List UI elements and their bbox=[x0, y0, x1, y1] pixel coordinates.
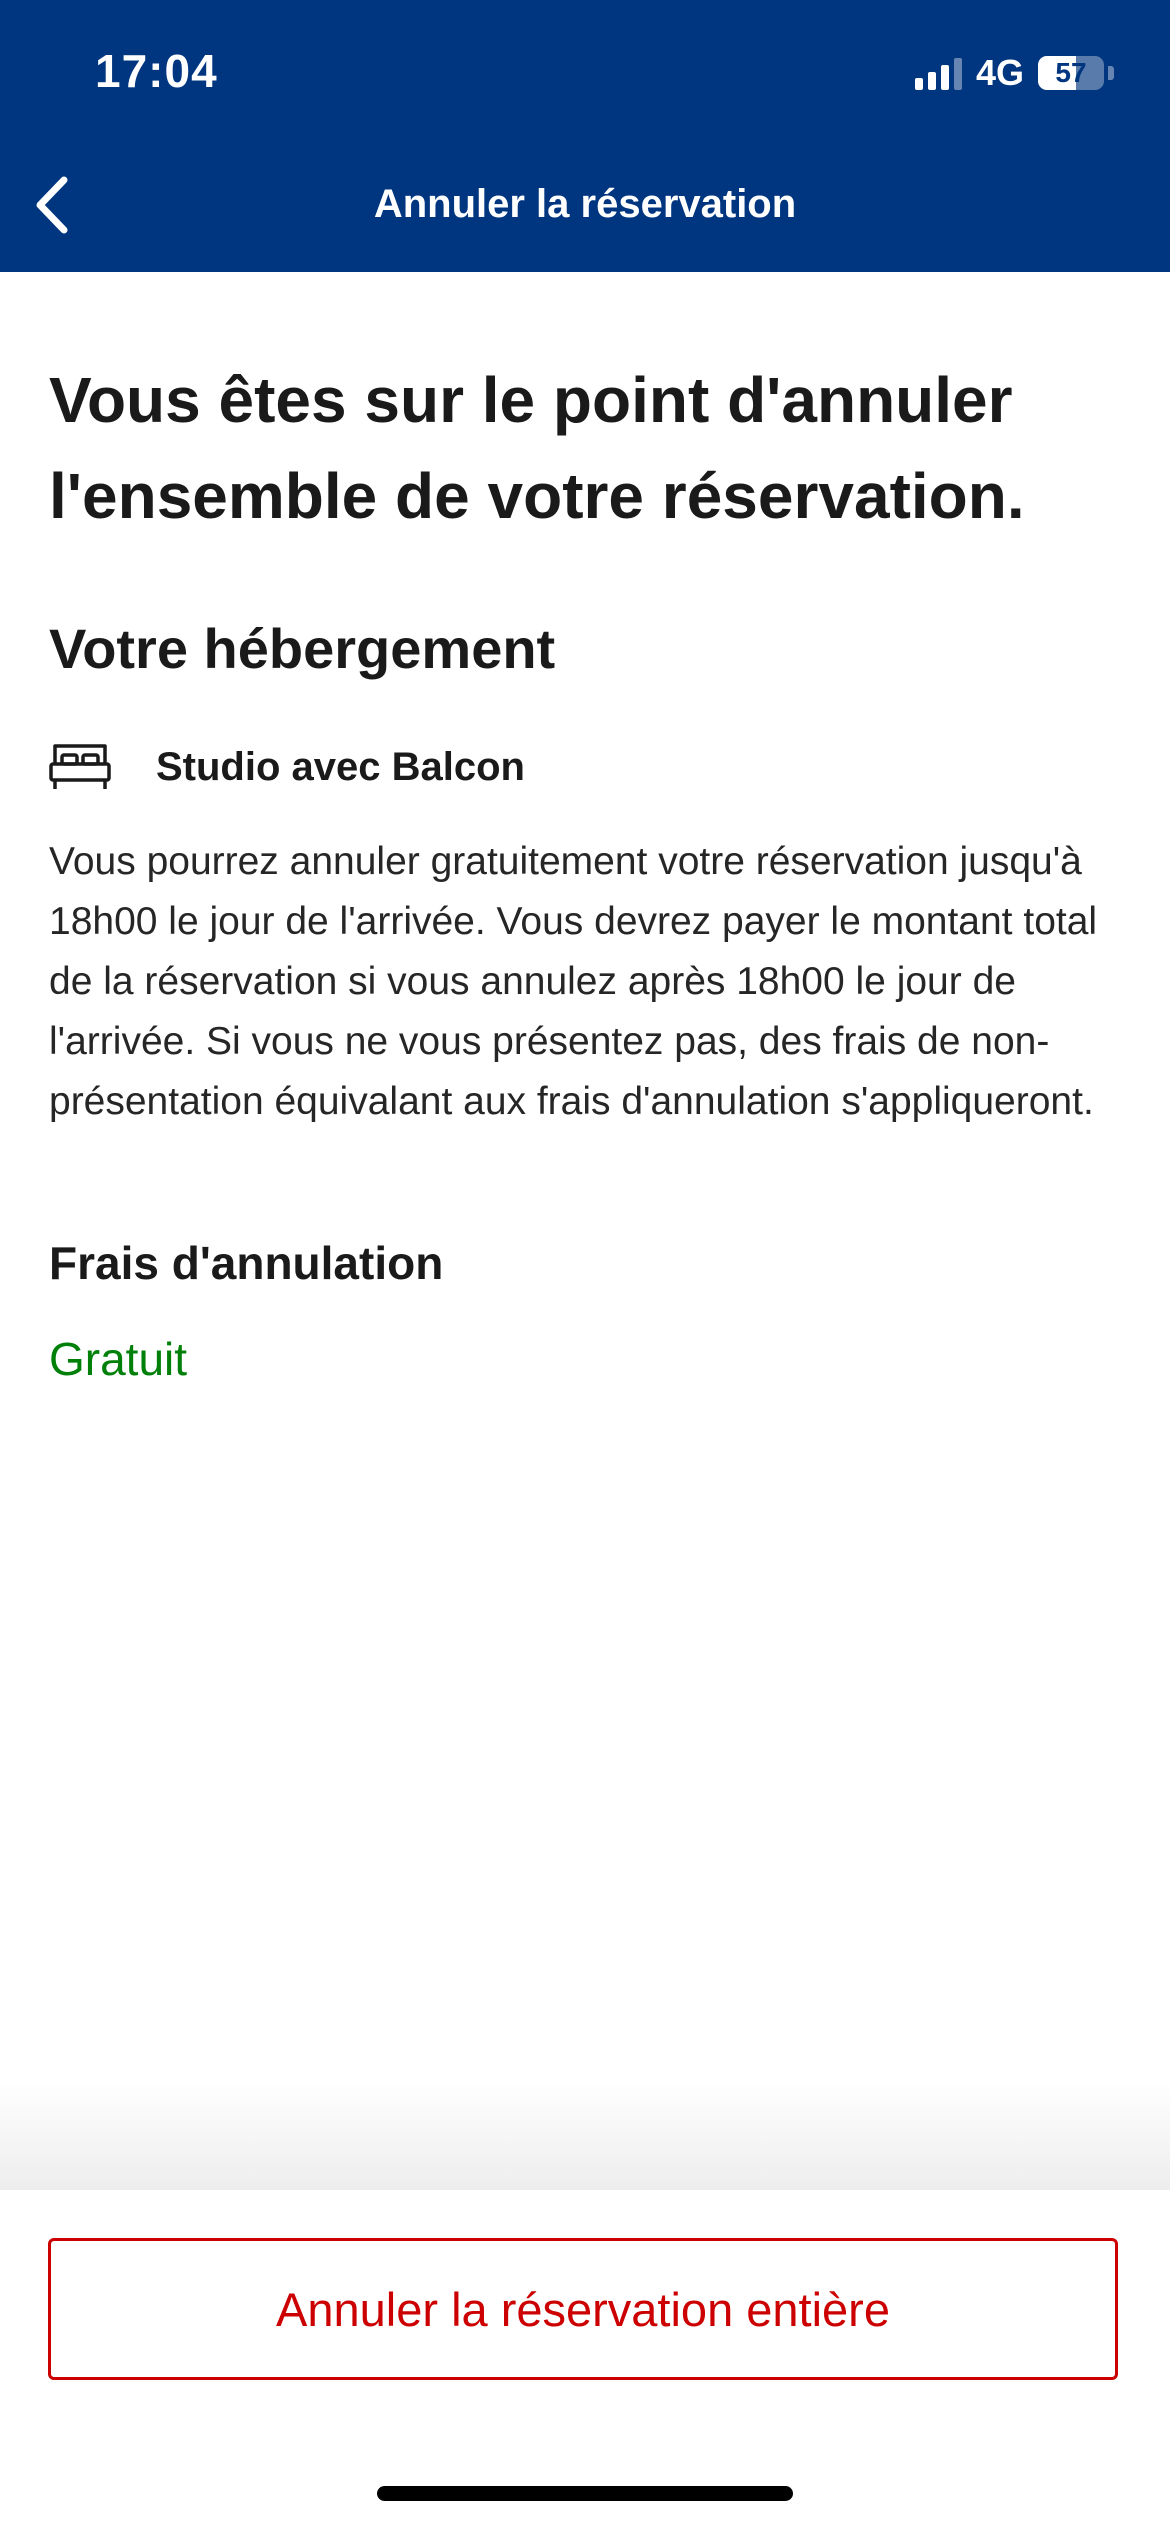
cancel-entire-reservation-button[interactable]: Annuler la réservation entière bbox=[48, 2238, 1118, 2380]
battery-icon: 57 bbox=[1038, 56, 1104, 90]
headline: Vous êtes sur le point d'annuler l'ensem… bbox=[49, 364, 1025, 532]
cancellation-policy-text: Vous pourrez annuler gratuitement votre … bbox=[49, 840, 1098, 1123]
footer-shadow bbox=[0, 2080, 1170, 2190]
status-time: 17:04 bbox=[95, 45, 218, 97]
cancellation-fees-value: Gratuit bbox=[49, 1333, 188, 1385]
home-indicator[interactable] bbox=[377, 2486, 793, 2501]
network-type: 4G bbox=[975, 52, 1024, 93]
room-row: Studio avec Balcon bbox=[49, 742, 525, 792]
bed-icon bbox=[49, 744, 111, 789]
cancellation-fees-title: Frais d'annulation bbox=[49, 1237, 444, 1289]
footer: Annuler la réservation entière bbox=[0, 2190, 1170, 2532]
main-content: Vous êtes sur le point d'annuler l'ensem… bbox=[49, 352, 1129, 1385]
page-title: Annuler la réservation bbox=[373, 182, 797, 226]
battery-cap bbox=[1108, 66, 1114, 80]
header: 17:04 4G 57 Annuler la réservation bbox=[0, 0, 1170, 272]
signal-icon bbox=[914, 56, 962, 90]
section-title: Votre hébergement bbox=[49, 617, 556, 680]
status-indicators: 4G 57 bbox=[914, 52, 1114, 94]
battery-level: 57 bbox=[1055, 57, 1087, 88]
room-name: Studio avec Balcon bbox=[156, 744, 525, 789]
